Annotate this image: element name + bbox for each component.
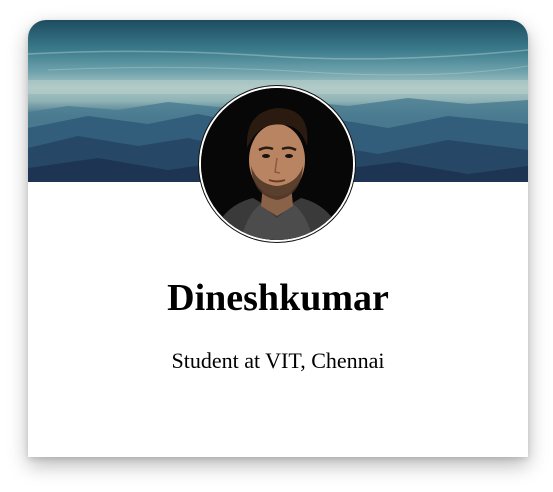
profile-card: Dineshkumar Student at VIT, Chennai	[28, 20, 528, 457]
profile-subtitle: Student at VIT, Chennai	[171, 348, 385, 373]
profile-avatar-image	[199, 86, 355, 242]
profile-name: Dineshkumar	[167, 277, 389, 319]
